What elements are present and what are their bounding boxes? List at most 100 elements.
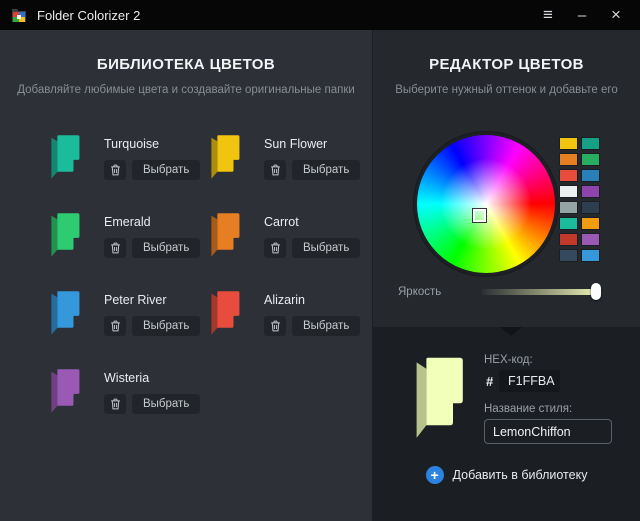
palette-swatch[interactable] — [559, 185, 578, 198]
hex-code-label: HEX-код: — [484, 354, 533, 366]
library-folder-item: Alizarin Выбрать — [208, 286, 368, 364]
palette-swatch[interactable] — [559, 217, 578, 230]
library-folder-item: Peter River Выбрать — [48, 286, 208, 364]
brightness-slider-track[interactable] — [481, 289, 601, 295]
palette-swatch[interactable] — [559, 153, 578, 166]
palette-swatch[interactable] — [581, 169, 600, 182]
window-controls: ≡ – × — [534, 3, 630, 27]
folder-icon — [48, 130, 82, 183]
palette-swatch[interactable] — [559, 201, 578, 214]
trash-icon — [110, 242, 121, 254]
library-panel: БИБЛИОТЕКА ЦВЕТОВ Добавляйте любимые цве… — [0, 30, 372, 521]
folder-icon — [208, 130, 242, 183]
folder-name: Carrot — [264, 215, 360, 229]
trash-icon — [270, 242, 281, 254]
library-subtitle: Добавляйте любимые цвета и создавайте ор… — [0, 84, 372, 96]
palette-swatch[interactable] — [559, 233, 578, 246]
folder-name: Emerald — [104, 215, 200, 229]
palette-swatch[interactable] — [581, 153, 600, 166]
palette-swatch[interactable] — [559, 137, 578, 150]
minimize-icon[interactable]: – — [568, 3, 596, 27]
editor-subtitle: Выберите нужный оттенок и добавьте его — [373, 84, 640, 96]
folder-actions: Выбрать — [104, 160, 200, 180]
delete-folder-button[interactable] — [264, 160, 286, 180]
folder-meta: Peter River Выбрать — [104, 286, 200, 364]
style-name-input[interactable] — [484, 419, 612, 444]
folder-name: Peter River — [104, 293, 200, 307]
library-folder-item: Wisteria Выбрать — [48, 364, 208, 442]
trash-icon — [110, 320, 121, 332]
folder-grid: Turquoise Выбрать Sun Flower — [48, 130, 368, 442]
folder-actions: Выбрать — [104, 394, 200, 414]
select-folder-button[interactable]: Выбрать — [292, 160, 360, 180]
palette-swatch[interactable] — [559, 169, 578, 182]
palette-swatch[interactable] — [581, 201, 600, 214]
delete-folder-button[interactable] — [264, 316, 286, 336]
delete-folder-button[interactable] — [104, 160, 126, 180]
color-wheel-selector[interactable] — [473, 209, 486, 222]
trash-icon — [270, 320, 281, 332]
folder-name: Wisteria — [104, 371, 200, 385]
select-folder-button[interactable]: Выбрать — [292, 316, 360, 336]
folder-meta: Carrot Выбрать — [264, 208, 360, 286]
brightness-slider-thumb[interactable] — [591, 283, 601, 300]
palette-swatch[interactable] — [581, 137, 600, 150]
delete-folder-button[interactable] — [104, 394, 126, 414]
select-folder-button[interactable]: Выбрать — [132, 316, 200, 336]
folder-name: Turquoise — [104, 137, 200, 151]
palette-swatch[interactable] — [581, 233, 600, 246]
library-folder-item: Carrot Выбрать — [208, 208, 368, 286]
folder-name: Alizarin — [264, 293, 360, 307]
app-window: Folder Colorizer 2 ≡ – × БИБЛИОТЕКА ЦВЕТ… — [0, 0, 640, 521]
editor-title: РЕДАКТОР ЦВЕТОВ — [373, 56, 640, 73]
select-folder-button[interactable]: Выбрать — [132, 238, 200, 258]
delete-folder-button[interactable] — [104, 238, 126, 258]
palette-swatch[interactable] — [581, 185, 600, 198]
close-icon[interactable]: × — [602, 3, 630, 27]
library-folder-item: Sun Flower Выбрать — [208, 130, 368, 208]
delete-folder-button[interactable] — [104, 316, 126, 336]
palette-swatch[interactable] — [581, 217, 600, 230]
library-title: БИБЛИОТЕКА ЦВЕТОВ — [0, 56, 372, 73]
folder-name: Sun Flower — [264, 137, 360, 151]
trash-icon — [110, 398, 121, 410]
folder-meta: Alizarin Выбрать — [264, 286, 360, 364]
folder-actions: Выбрать — [104, 316, 200, 336]
editor-panel: РЕДАКТОР ЦВЕТОВ Выберите нужный оттенок … — [372, 30, 640, 521]
library-folder-item: Turquoise Выбрать — [48, 130, 208, 208]
folder-actions: Выбрать — [264, 238, 360, 258]
style-name-label: Название стиля: — [484, 403, 572, 415]
hex-input[interactable] — [499, 370, 560, 392]
titlebar: Folder Colorizer 2 ≡ – × — [0, 0, 640, 32]
folder-meta: Emerald Выбрать — [104, 208, 200, 286]
plus-icon: + — [426, 466, 444, 484]
hex-prefix: # — [486, 374, 493, 389]
palette-swatch[interactable] — [581, 249, 600, 262]
menu-icon[interactable]: ≡ — [534, 3, 562, 27]
trash-icon — [270, 164, 281, 176]
select-folder-button[interactable]: Выбрать — [132, 394, 200, 414]
add-button-label: Добавить в библиотеку — [453, 468, 588, 482]
folder-icon — [48, 208, 82, 261]
app-icon — [10, 7, 28, 24]
folder-icon — [208, 286, 242, 339]
folder-actions: Выбрать — [104, 238, 200, 258]
palette-swatch[interactable] — [559, 249, 578, 262]
delete-folder-button[interactable] — [264, 238, 286, 258]
preview-folder-icon — [411, 353, 467, 441]
palette-swatches — [559, 137, 600, 262]
main-content: БИБЛИОТЕКА ЦВЕТОВ Добавляйте любимые цве… — [0, 30, 640, 521]
folder-meta: Turquoise Выбрать — [104, 130, 200, 208]
brightness-label: Яркость — [398, 286, 441, 298]
folder-actions: Выбрать — [264, 316, 360, 336]
folder-icon — [48, 364, 82, 417]
select-folder-button[interactable]: Выбрать — [292, 238, 360, 258]
color-wheel[interactable] — [414, 132, 558, 276]
trash-icon — [110, 164, 121, 176]
folder-meta: Sun Flower Выбрать — [264, 130, 360, 208]
folder-actions: Выбрать — [264, 160, 360, 180]
window-title: Folder Colorizer 2 — [37, 8, 140, 23]
folder-meta: Wisteria Выбрать — [104, 364, 200, 442]
select-folder-button[interactable]: Выбрать — [132, 160, 200, 180]
add-to-library-button[interactable]: + Добавить в библиотеку — [373, 466, 640, 484]
